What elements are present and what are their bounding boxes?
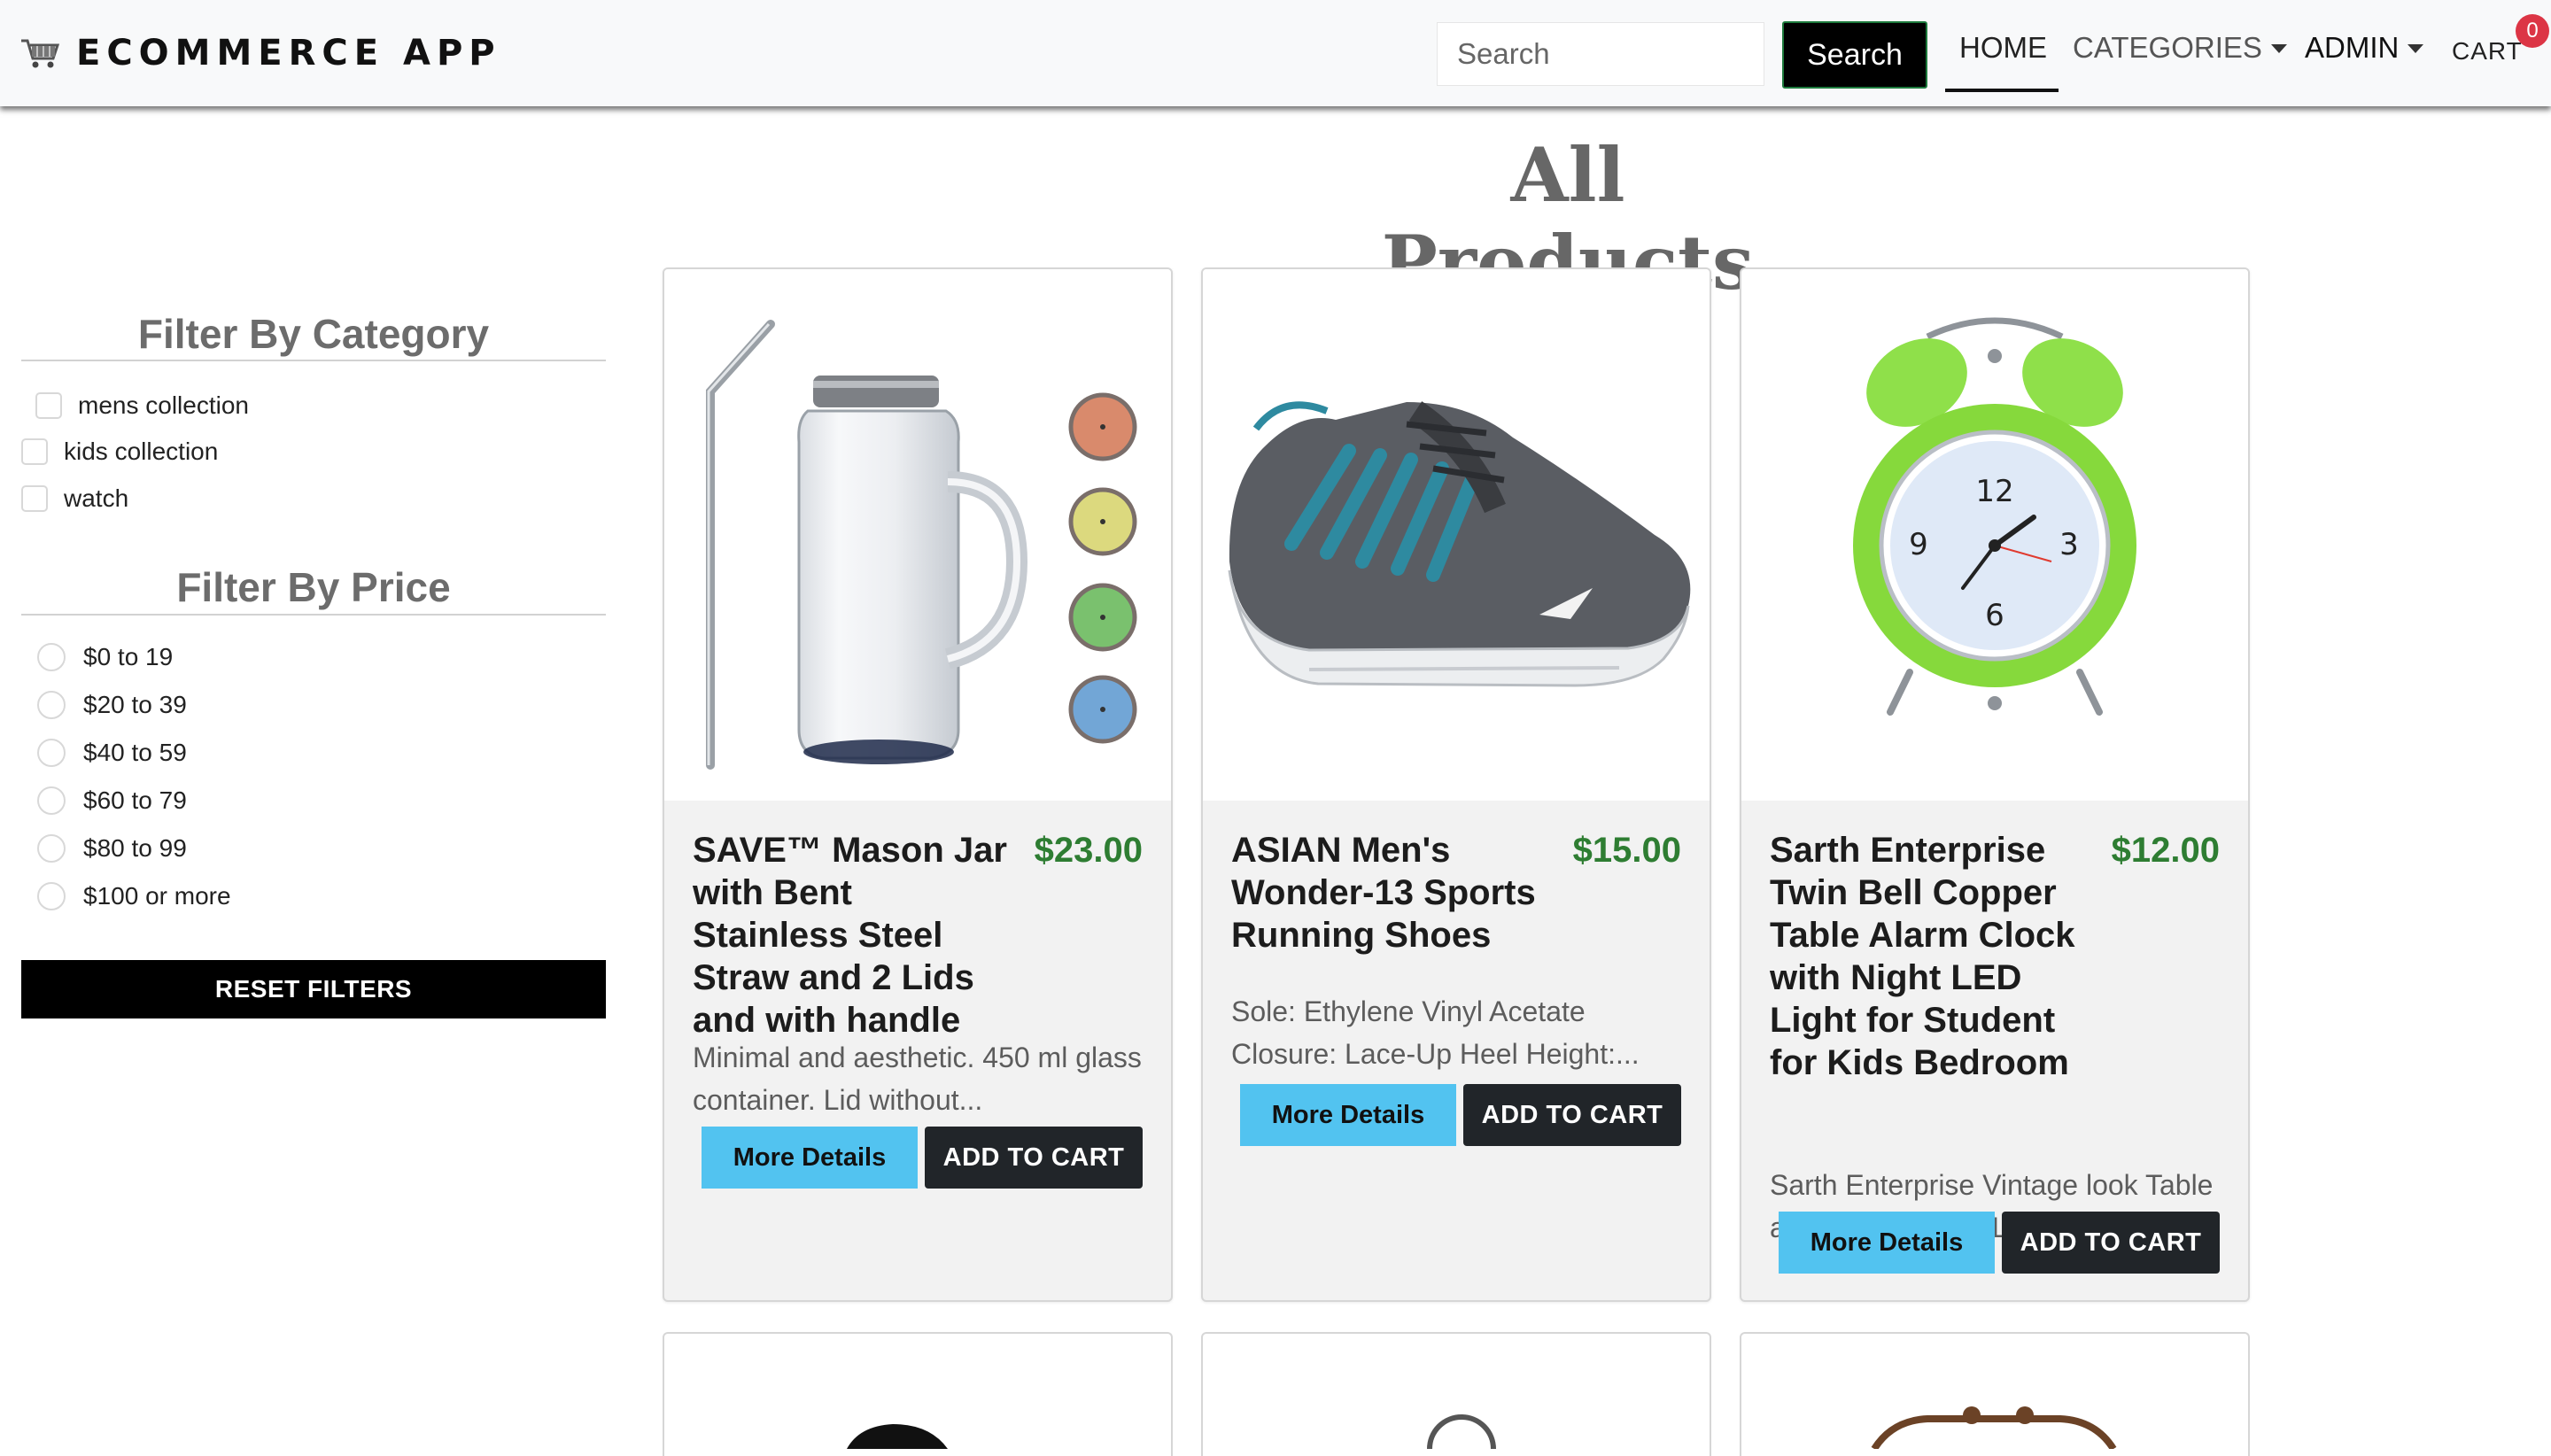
price-label: $60 to 79	[83, 786, 187, 814]
price-filter-heading: Filter By Price	[176, 564, 451, 610]
brand[interactable]: ECOMMERCE APP	[19, 27, 501, 80]
price-filter-80-99[interactable]: $80 to 99	[37, 834, 187, 863]
product-image-partial	[847, 1424, 948, 1449]
price-label: $0 to 19	[83, 643, 174, 670]
radio-button[interactable]	[37, 786, 66, 815]
price-label: $20 to 39	[83, 691, 187, 718]
navbar: ECOMMERCE APP Search HOME CATEGORIES ADM…	[0, 0, 2551, 106]
product-image[interactable]	[1203, 269, 1710, 801]
product-title: SAVE™ Mason Jar with Bent Stainless Stee…	[693, 831, 1007, 1040]
svg-text:6: 6	[1985, 598, 2004, 633]
category-label: mens collection	[78, 391, 249, 419]
radio-button[interactable]	[37, 834, 66, 863]
reset-filters-button[interactable]: RESET FILTERS	[21, 960, 606, 1018]
divider	[21, 360, 606, 361]
product-description: Minimal and aesthetic. 450 ml glass cont…	[693, 1042, 1142, 1116]
svg-text:12: 12	[1975, 474, 2013, 509]
add-to-cart-button[interactable]: ADD TO CART	[925, 1127, 1143, 1189]
active-nav-indicator	[1945, 89, 2059, 92]
radio-button[interactable]	[37, 643, 66, 671]
more-details-button[interactable]: More Details	[1779, 1212, 1995, 1274]
product-description: Sole: Ethylene Vinyl Acetate Closure: La…	[1231, 995, 1640, 1070]
product-card: 12 3 6 9 Sarth Enterprise Twin Bell Copp…	[1740, 267, 2250, 1302]
divider	[21, 614, 606, 616]
price-filter-20-39[interactable]: $20 to 39	[37, 691, 187, 719]
sports-shoe-image	[1228, 401, 1691, 687]
price-label: $100 or more	[83, 882, 231, 910]
product-card-partial	[1201, 1332, 1711, 1456]
price-label: $80 to 99	[83, 834, 187, 862]
nav-admin-label: ADMIN	[2305, 31, 2400, 64]
mason-jar-image	[706, 320, 1137, 770]
product-card: SAVE™ Mason Jar with Bent Stainless Stee…	[663, 267, 1173, 1302]
price-filter-40-59[interactable]: $40 to 59	[37, 739, 187, 767]
checkbox[interactable]	[21, 485, 48, 512]
more-details-button[interactable]: More Details	[702, 1127, 918, 1189]
category-label: watch	[64, 484, 129, 512]
product-price: $15.00	[1572, 831, 1681, 870]
price-filter-0-19[interactable]: $0 to 19	[37, 643, 173, 671]
nav-admin-dropdown[interactable]: ADMIN	[2305, 31, 2424, 65]
cart-count-badge: 0	[2516, 14, 2549, 48]
product-image[interactable]	[664, 269, 1171, 801]
price-filter-100-plus[interactable]: $100 or more	[37, 882, 231, 910]
alarm-clock-image: 12 3 6 9	[1853, 317, 2136, 716]
caret-down-icon	[2408, 44, 2424, 53]
add-to-cart-button[interactable]: ADD TO CART	[1463, 1084, 1681, 1146]
radio-button[interactable]	[37, 691, 66, 719]
category-filter-mens[interactable]: mens collection	[35, 391, 249, 420]
checkbox[interactable]	[35, 392, 62, 419]
svg-text:3: 3	[2059, 527, 2079, 562]
nav-cart-link[interactable]: CART	[2452, 37, 2523, 66]
nav-categories-label: CATEGORIES	[2073, 31, 2262, 64]
product-price: $12.00	[2111, 831, 2220, 870]
category-filter-kids[interactable]: kids collection	[21, 438, 218, 466]
product-image-partial	[1871, 1406, 2117, 1452]
product-image-partial	[1427, 1414, 1496, 1456]
nav-home-link[interactable]: HOME	[1959, 31, 2047, 65]
checkbox[interactable]	[21, 438, 48, 465]
search-input[interactable]	[1437, 22, 1764, 86]
price-filter-60-79[interactable]: $60 to 79	[37, 786, 187, 815]
product-card: ASIAN Men's Wonder-13 Sports Running Sho…	[1201, 267, 1711, 1302]
product-card-partial	[663, 1332, 1173, 1456]
product-price: $23.00	[1034, 831, 1143, 870]
shopping-cart-icon	[21, 39, 60, 68]
nav-categories-dropdown[interactable]: CATEGORIES	[2073, 31, 2287, 65]
svg-text:9: 9	[1909, 527, 1928, 562]
product-card-partial	[1740, 1332, 2250, 1456]
category-filter-watch[interactable]: watch	[21, 484, 128, 513]
more-details-button[interactable]: More Details	[1240, 1084, 1456, 1146]
caret-down-icon	[2270, 44, 2287, 53]
product-image[interactable]: 12 3 6 9	[1741, 269, 2248, 801]
category-filter-heading: Filter By Category	[137, 311, 490, 357]
search-button[interactable]: Search	[1782, 21, 1927, 89]
radio-button[interactable]	[37, 882, 66, 910]
brand-name: ECOMMERCE APP	[76, 33, 501, 74]
radio-button[interactable]	[37, 739, 66, 767]
product-title: ASIAN Men's Wonder-13 Sports Running Sho…	[1231, 831, 1536, 955]
add-to-cart-button[interactable]: ADD TO CART	[2002, 1212, 2220, 1274]
product-title: Sarth Enterprise Twin Bell Copper Table …	[1770, 831, 2075, 1082]
price-label: $40 to 59	[83, 739, 187, 766]
category-label: kids collection	[64, 438, 219, 465]
